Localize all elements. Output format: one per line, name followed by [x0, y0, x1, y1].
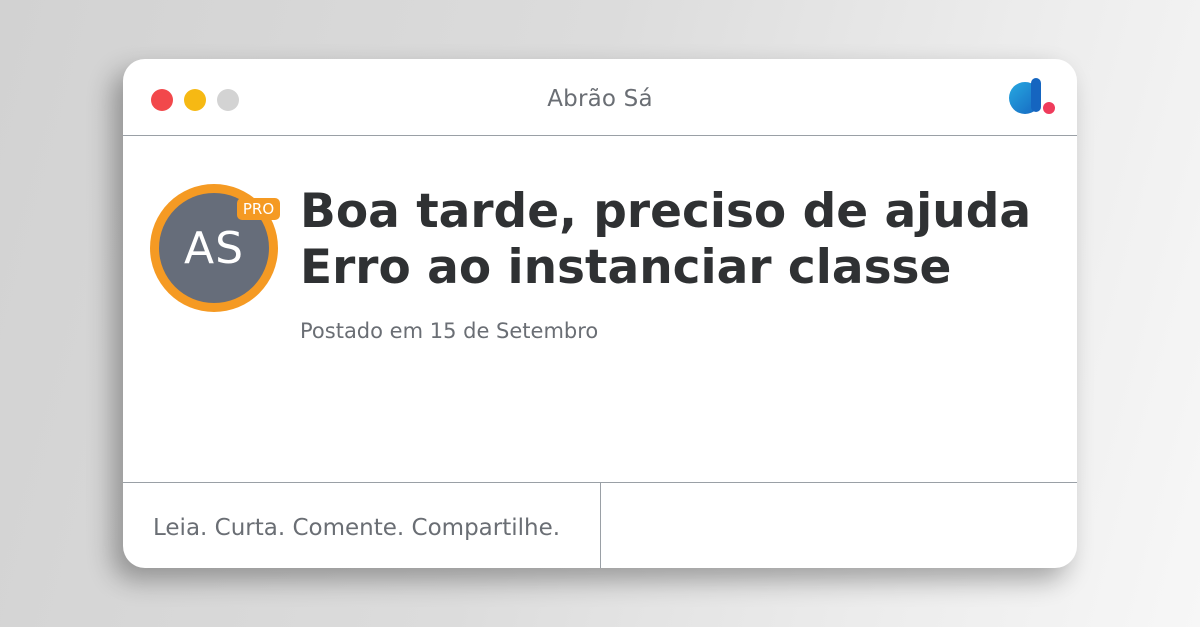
pro-badge: PRO — [237, 198, 280, 220]
post-card: Abrão Sá AS PRO Boa tarde, preciso de aj… — [123, 59, 1077, 568]
brand-logo-icon — [1009, 78, 1055, 114]
post-title-line-2: Erro ao instanciar classe — [300, 240, 952, 295]
post-title-line-1: Boa tarde, preciso de ajuda — [300, 184, 1032, 239]
post-title: Boa tarde, preciso de ajuda Erro ao inst… — [300, 184, 1040, 296]
card-footer: Leia. Curta. Comente. Compartilhe. — [123, 482, 1077, 568]
author-avatar[interactable]: AS PRO — [150, 184, 280, 312]
posted-date: Postado em 15 de Setembro — [300, 319, 599, 343]
window-titlebar: Abrão Sá — [123, 59, 1077, 136]
footer-divider — [600, 483, 601, 568]
window-title: Abrão Sá — [547, 86, 653, 112]
tagline: Leia. Curta. Comente. Compartilhe. — [153, 515, 561, 541]
